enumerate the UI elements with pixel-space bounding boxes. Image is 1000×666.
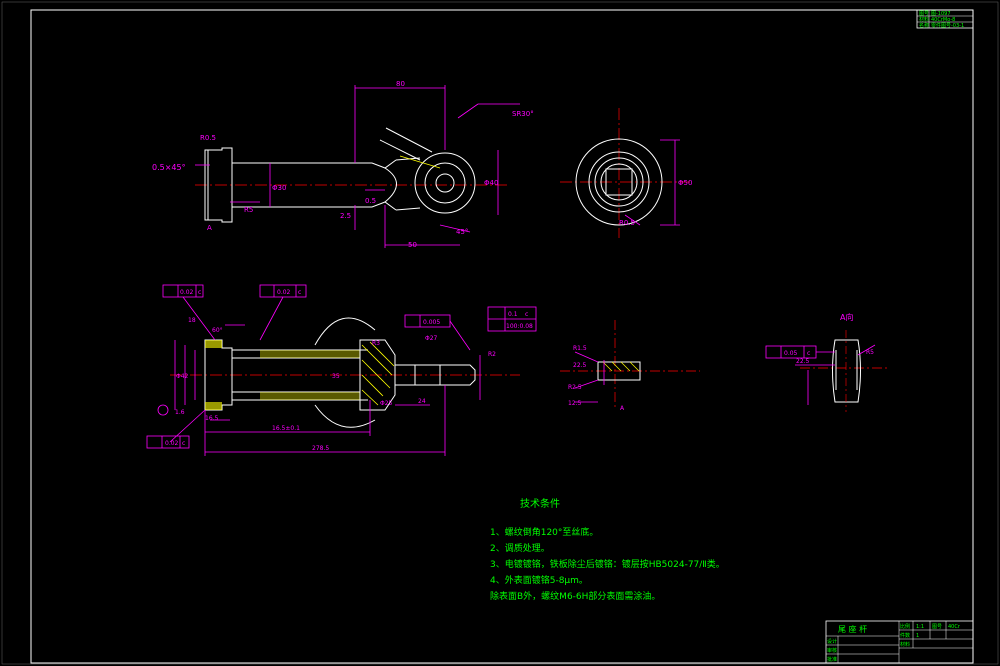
tol-3: 0.005 [423, 319, 440, 326]
tech-title: 技术条件 [520, 499, 560, 510]
tb-c5: 1 [916, 633, 919, 639]
dim-r2: R2 [488, 351, 496, 358]
detail-dim-1: R1.5 [573, 345, 587, 352]
tb-c6: 材料 [900, 641, 910, 648]
tb-row3: 批准 [827, 656, 837, 663]
dim-r5: R5 [244, 206, 253, 214]
dim-chamfer: 0.5×45° [152, 163, 186, 172]
tech-item-2: 2、调质处理。 [490, 544, 550, 554]
tb-top-r3c1: 名称 [919, 22, 929, 29]
detail-dim-4: 12.5 [568, 400, 582, 407]
dim-d1-6: 1.6 [175, 409, 185, 416]
tol-2: 0.02 [277, 289, 291, 296]
end-view: Φ50 R0.5 [560, 108, 692, 238]
tech-item-3: 3、电镀镀铬，铁板除尘后镀铬：镀层按HB5024-77/Ⅱ类。 [490, 560, 725, 570]
a-view-ref: c [807, 350, 810, 357]
dim-18: 18 [188, 317, 196, 324]
a-view-r: R5 [866, 349, 874, 356]
top-view: 80 SR30° 0.5×45° R0.5 Φ40 50 45° 2.5 Φ30… [152, 80, 534, 249]
dim-d0-5: 0.5 [365, 197, 376, 205]
dim-2-5: 2.5 [340, 212, 351, 220]
dim-r05-end: R0.5 [619, 219, 635, 227]
tb-c3: 图号 [932, 624, 942, 630]
tech-item-4: 4、外表面镀铬5-8μm。 [490, 576, 588, 586]
tol-ref-4: c [525, 311, 528, 318]
dim-len2: Φ27 [425, 335, 438, 342]
a-view-tol: 0.05 [784, 350, 798, 357]
tol-ref-2: c [298, 289, 301, 296]
dim-d50: 50 [408, 241, 417, 249]
dim-80: 80 [396, 80, 405, 88]
dim-d40: Φ40 [484, 179, 498, 187]
tb-c4: 件数 [900, 632, 910, 639]
dim-len1: 16.5±0.1 [272, 425, 300, 432]
a-view-dim: 22.5 [796, 358, 810, 365]
dim-phi42: Φ42 [176, 373, 189, 380]
dim-d30: Φ30 [272, 184, 286, 192]
tb-top-r2c1: 材料 [919, 16, 929, 23]
tb-row2: 审核 [827, 647, 837, 654]
dim-r05: R0.5 [200, 134, 216, 142]
tech-item-5: 除表面B外，螺纹M6-6H部分表面需涂油。 [490, 592, 661, 602]
tb-c2: 1:1 [916, 624, 924, 630]
detail-dim-3: R2.5 [568, 384, 582, 391]
detail-mark-a: A [620, 405, 625, 412]
dim-total: 278.5 [312, 445, 329, 452]
tb-title: 尾 座 杆 [838, 624, 867, 634]
dim-60: 60° [212, 327, 223, 334]
a-view-title: A向 [840, 312, 853, 322]
top-eye-circle [414, 152, 476, 214]
a-view-body [832, 339, 861, 403]
dim-d35: 35 [332, 373, 340, 380]
detail-view: R1.5 22.5 R2.5 12.5 A [560, 320, 700, 412]
tb-c7: 40Cr [948, 624, 961, 630]
tol-ref-1: c [198, 289, 201, 296]
a-view: A向 0.05 c 22.5 R5 [765, 312, 890, 412]
tol-5: 100:0.08 [506, 323, 533, 330]
mark-a: A [207, 224, 212, 232]
dim-24: 24 [418, 398, 426, 405]
title-block-top: 图号 图-1097 材料 40CrMo-8 名称 零件图号-03-1 [916, 9, 974, 29]
tol-ref-6: c [182, 440, 185, 447]
tol-6: 0.02 [165, 440, 179, 447]
technical-requirements: 技术条件 1、螺纹倒角120°至丝底。 2、调质处理。 3、电镀镀铬，铁板除尘后… [490, 497, 725, 605]
dim-sr30: SR30° [512, 110, 534, 118]
section-view: 0.02 c 0.02 c 0.005 0.1 c 100:0.08 0.02 … [146, 284, 537, 456]
tech-item-1: 1、螺纹倒角120°至丝底。 [490, 528, 599, 538]
tol-4: 0.1 [508, 311, 518, 318]
title-block-bottom: 尾 座 杆 设计 审核 批准 比例 1:1 图号 件数 1 材料 40Cr [825, 620, 974, 664]
dim-phi50: Φ50 [678, 179, 692, 187]
detail-dim-2: 22.5 [573, 362, 587, 369]
dim-r3: R3 [372, 340, 380, 347]
dim-16-5: 16.5 [205, 415, 219, 422]
tol-1: 0.02 [180, 289, 194, 296]
tb-top-r3c2: 零件图号-03-1 [931, 22, 964, 29]
tb-row1: 设计 [827, 638, 837, 645]
tb-c1: 比例 [900, 623, 910, 630]
dim-phi25: Φ25 [380, 400, 393, 407]
dim-a45: 45° [456, 228, 468, 236]
